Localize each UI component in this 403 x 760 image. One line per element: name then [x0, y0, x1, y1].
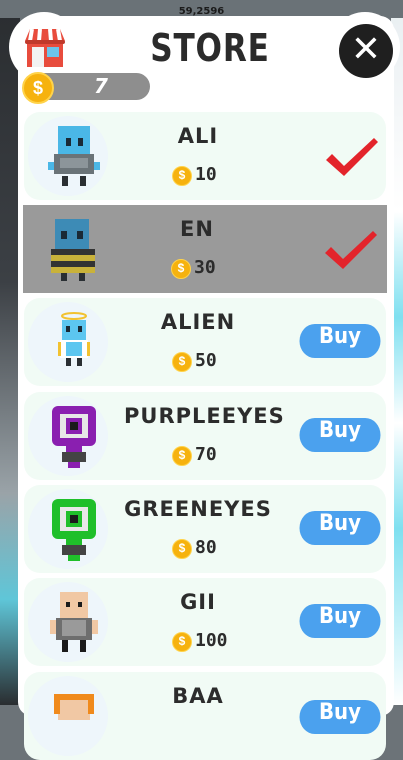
coin-icon: $ [22, 72, 54, 104]
buy-button[interactable]: Buy [299, 418, 381, 452]
item-name: BAA [172, 684, 224, 708]
alien-angel-icon [58, 312, 90, 366]
item-name: EN [180, 217, 214, 241]
item-price: $ 30 [171, 257, 261, 281]
coin-icon: $ [171, 259, 191, 279]
item-price: $ 50 [172, 350, 262, 374]
bald-man-icon [50, 592, 98, 652]
page-title: STORE [150, 26, 270, 70]
store-item-alien[interactable]: ALIEN $ 50 Buy [24, 298, 386, 386]
store-item-purpleeyes[interactable]: PURPLEEYES $ 70 Buy [24, 392, 386, 480]
item-name: PURPLEEYES [124, 404, 285, 428]
orange-hair-character-icon [54, 694, 94, 720]
buy-button[interactable]: Buy [299, 700, 381, 734]
coin-icon: $ [172, 632, 192, 652]
coin-icon: $ [172, 352, 192, 372]
check-icon [325, 231, 377, 269]
shop-icon [25, 28, 65, 67]
price-value: 30 [194, 257, 216, 278]
price-value: 80 [195, 537, 217, 558]
store-item-greeneyes[interactable]: GREENEYES $ 80 Buy [24, 485, 386, 573]
price-value: 100 [195, 630, 228, 651]
coin-icon: $ [172, 166, 192, 186]
purple-eye-monster-icon [52, 406, 96, 468]
item-price: $ 80 [172, 537, 262, 561]
item-name: GII [180, 590, 216, 614]
item-price: $ 100 [172, 630, 262, 654]
green-eye-monster-icon [52, 499, 96, 561]
item-name: ALIEN [160, 310, 236, 334]
coin-icon: $ [172, 446, 192, 466]
check-icon [326, 138, 378, 176]
coin-balance: 7 [94, 74, 108, 98]
store-item-baa[interactable]: BAA Buy [24, 672, 386, 760]
price-value: 10 [195, 164, 217, 185]
blue-robot-icon [48, 126, 100, 186]
buy-button[interactable]: Buy [299, 324, 381, 358]
close-button[interactable]: ✕ [339, 24, 393, 78]
game-background-left [0, 0, 20, 705]
store-item-ali[interactable]: ALI $ 10 [24, 112, 386, 200]
price-value: 70 [195, 444, 217, 465]
price-value: 50 [195, 350, 217, 371]
item-name: GREENEYES [124, 497, 272, 521]
store-item-en[interactable]: EN $ 30 [23, 205, 387, 293]
buy-button[interactable]: Buy [299, 511, 381, 545]
coin-icon: $ [172, 539, 192, 559]
item-price: $ 10 [172, 164, 262, 188]
buy-button[interactable]: Buy [299, 604, 381, 638]
item-name: ALI [177, 124, 219, 148]
item-price: $ 70 [172, 444, 262, 468]
blue-striped-robot-icon [51, 219, 95, 281]
store-item-gii[interactable]: GII $ 100 Buy [24, 578, 386, 666]
